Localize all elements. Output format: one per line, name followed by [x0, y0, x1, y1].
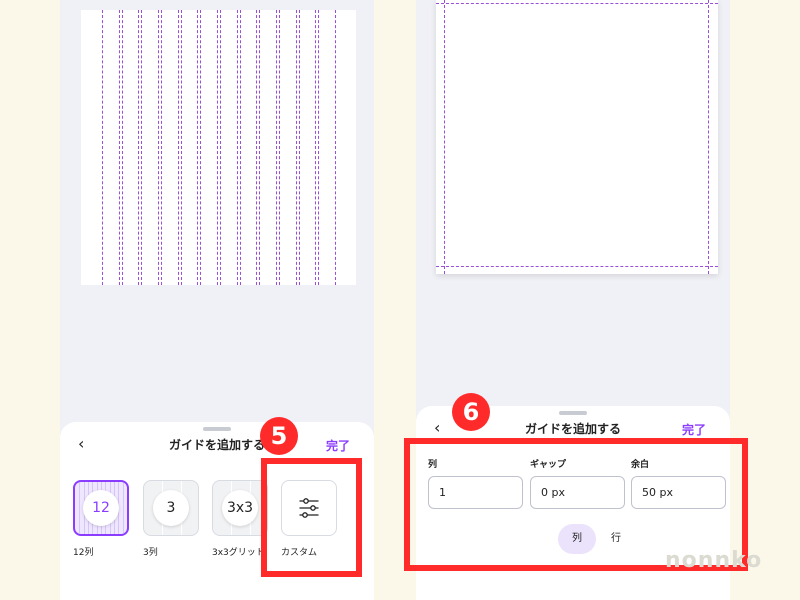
preset-3x3-label: 3x3グリット	[212, 548, 265, 558]
column-guide-line	[178, 10, 179, 285]
margin-guide-top	[436, 3, 718, 4]
column-guide-line	[276, 10, 277, 285]
column-guide-line	[279, 10, 280, 285]
column-guide-line	[138, 10, 139, 285]
margin-guide-right	[708, 0, 709, 274]
column-guide-line	[318, 10, 319, 285]
preset-3-value: 3	[153, 490, 189, 526]
column-guide-line	[161, 10, 162, 285]
column-guide-line	[181, 10, 182, 285]
column-guide-line	[200, 10, 201, 285]
column-guide-line	[197, 10, 198, 285]
step-badge-6: 6	[452, 393, 490, 431]
design-canvas-12-column-guides[interactable]	[81, 10, 356, 285]
column-guide-line	[237, 10, 238, 285]
preset-3x3-grid[interactable]: 3x3	[212, 480, 268, 536]
preset-12-label: 12列	[73, 548, 94, 558]
preset-3-columns[interactable]: 3	[143, 480, 199, 536]
preset-3-label: 3列	[143, 548, 158, 558]
step-badge-5: 5	[260, 417, 298, 455]
preset-3x3-value: 3x3	[222, 490, 258, 526]
column-guide-line	[119, 10, 120, 285]
column-guide-line	[259, 10, 260, 285]
column-guide-line	[220, 10, 221, 285]
preset-12-value: 12	[83, 490, 119, 526]
preset-12-columns[interactable]: 12	[73, 480, 129, 536]
column-guide-line	[299, 10, 300, 285]
preset-12-stripe	[123, 482, 124, 534]
column-guide-line	[102, 10, 103, 285]
column-guide-line	[296, 10, 297, 285]
annotation-highlight-custom	[261, 458, 362, 577]
done-button[interactable]: 完了	[326, 437, 350, 454]
preset-12-stripe	[79, 482, 80, 534]
done-button[interactable]: 完了	[682, 421, 706, 438]
watermark: nonnko	[665, 548, 763, 573]
column-guide-line	[122, 10, 123, 285]
column-guide-line	[141, 10, 142, 285]
margin-guide-left	[444, 0, 445, 274]
column-guide-line	[335, 10, 336, 285]
column-guide-line	[217, 10, 218, 285]
column-guide-line	[158, 10, 159, 285]
column-guide-line	[315, 10, 316, 285]
margin-guide-bottom	[436, 266, 718, 267]
column-guide-line	[240, 10, 241, 285]
design-canvas-margin-guides[interactable]	[436, 0, 718, 274]
column-guide-line	[256, 10, 257, 285]
